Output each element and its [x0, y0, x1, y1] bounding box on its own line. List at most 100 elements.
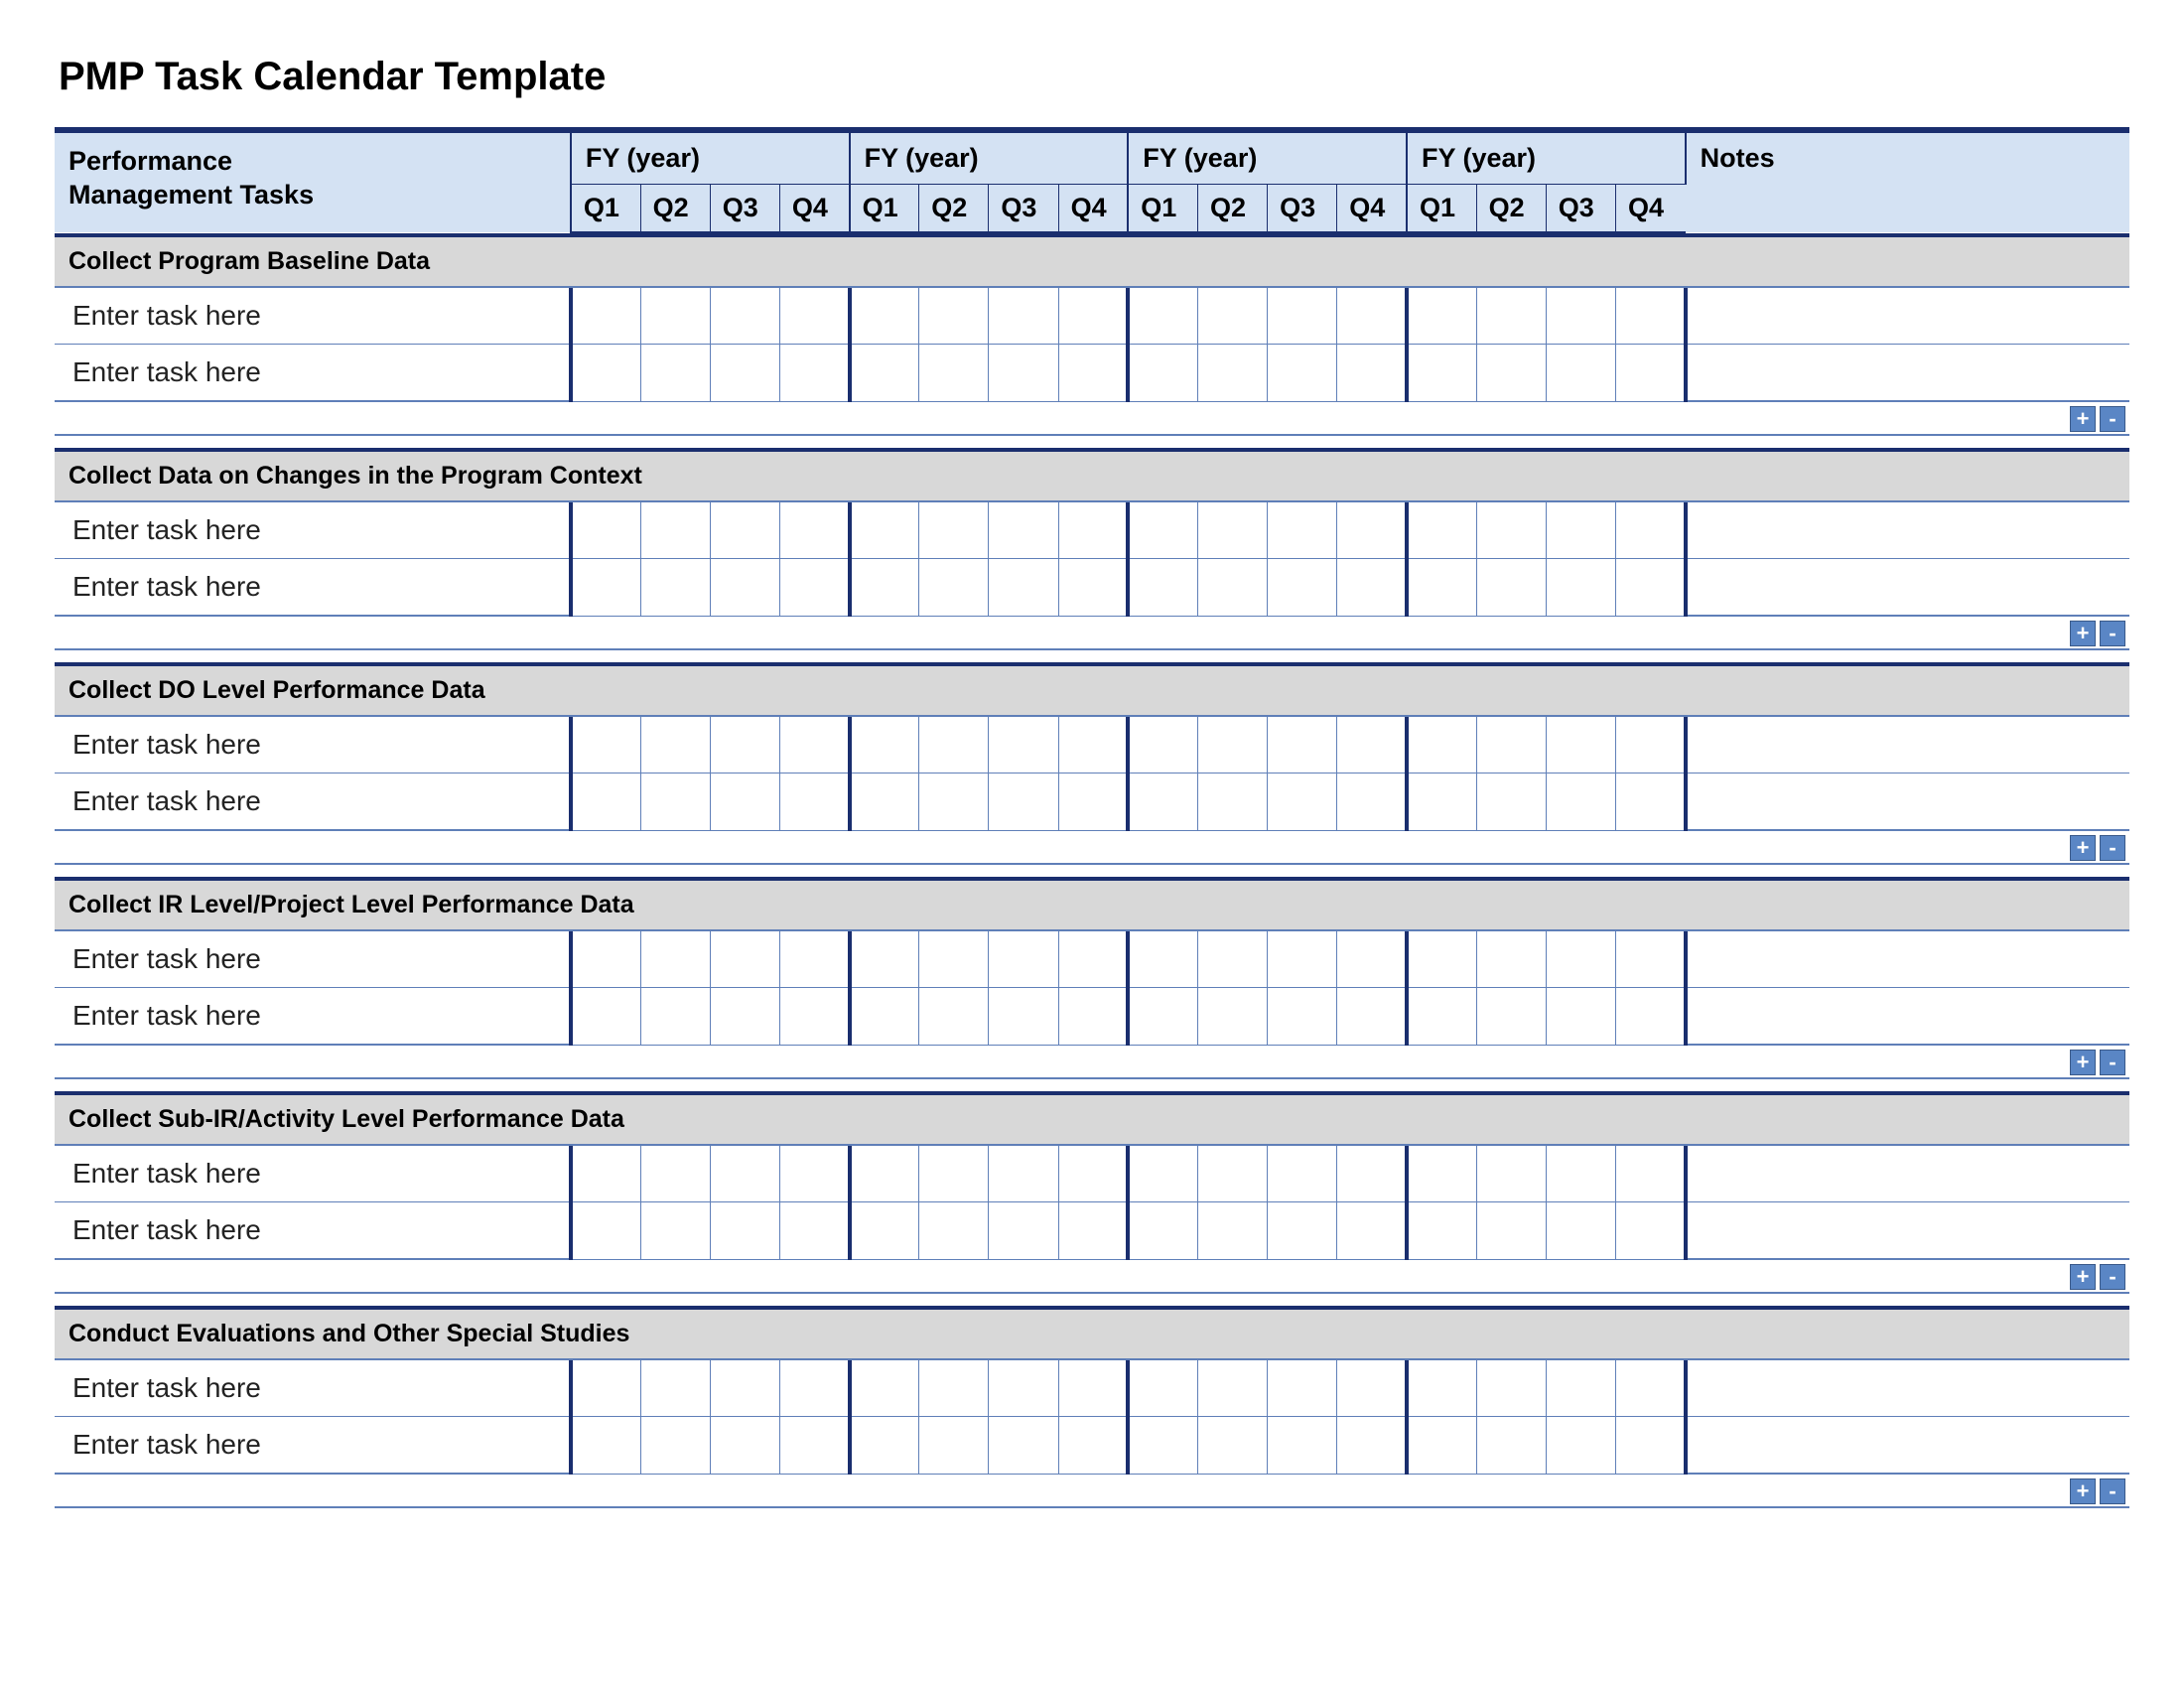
quarter-cell[interactable] — [571, 1360, 640, 1417]
quarter-cell[interactable] — [1546, 345, 1615, 402]
task-row[interactable]: Enter task here — [55, 1202, 2129, 1260]
quarter-cell[interactable] — [779, 774, 849, 831]
quarter-cell[interactable] — [1058, 288, 1128, 345]
task-text[interactable]: Enter task here — [55, 559, 571, 617]
quarter-cell[interactable] — [1476, 931, 1546, 988]
quarter-cell[interactable] — [1128, 1417, 1197, 1475]
quarter-cell[interactable] — [640, 988, 710, 1046]
quarter-cell[interactable] — [1407, 288, 1476, 345]
task-text[interactable]: Enter task here — [55, 1146, 571, 1202]
add-row-button[interactable]: + — [2070, 1264, 2096, 1290]
quarter-cell[interactable] — [919, 988, 989, 1046]
quarter-cell[interactable] — [1128, 345, 1197, 402]
quarter-cell[interactable] — [989, 345, 1058, 402]
task-text[interactable]: Enter task here — [55, 1417, 571, 1475]
quarter-cell[interactable] — [850, 345, 919, 402]
quarter-cell[interactable] — [850, 1360, 919, 1417]
quarter-cell[interactable] — [989, 717, 1058, 774]
quarter-cell[interactable] — [1197, 288, 1267, 345]
quarter-cell[interactable] — [1476, 1146, 1546, 1202]
task-row[interactable]: Enter task here — [55, 559, 2129, 617]
quarter-cell[interactable] — [1197, 1202, 1267, 1260]
quarter-cell[interactable] — [1407, 1360, 1476, 1417]
quarter-cell[interactable] — [1615, 1417, 1685, 1475]
quarter-cell[interactable] — [1615, 774, 1685, 831]
quarter-cell[interactable] — [1058, 559, 1128, 617]
quarter-cell[interactable] — [1546, 1417, 1615, 1475]
quarter-cell[interactable] — [1128, 774, 1197, 831]
quarter-cell[interactable] — [640, 288, 710, 345]
quarter-cell[interactable] — [850, 559, 919, 617]
quarter-cell[interactable] — [1197, 717, 1267, 774]
quarter-cell[interactable] — [1337, 931, 1407, 988]
remove-row-button[interactable]: - — [2100, 1050, 2125, 1075]
task-text[interactable]: Enter task here — [55, 1360, 571, 1417]
quarter-cell[interactable] — [779, 559, 849, 617]
quarter-cell[interactable] — [1268, 559, 1337, 617]
quarter-cell[interactable] — [1268, 717, 1337, 774]
quarter-cell[interactable] — [850, 931, 919, 988]
quarter-cell[interactable] — [1337, 774, 1407, 831]
quarter-cell[interactable] — [640, 502, 710, 559]
quarter-cell[interactable] — [710, 931, 779, 988]
quarter-cell[interactable] — [1546, 1202, 1615, 1260]
notes-cell[interactable] — [1686, 559, 2129, 617]
quarter-cell[interactable] — [710, 1417, 779, 1475]
quarter-cell[interactable] — [1476, 1202, 1546, 1260]
quarter-cell[interactable] — [1615, 345, 1685, 402]
quarter-cell[interactable] — [1407, 717, 1476, 774]
quarter-cell[interactable] — [571, 559, 640, 617]
quarter-cell[interactable] — [710, 717, 779, 774]
quarter-cell[interactable] — [710, 1202, 779, 1260]
quarter-cell[interactable] — [779, 1360, 849, 1417]
quarter-cell[interactable] — [779, 1417, 849, 1475]
quarter-cell[interactable] — [850, 502, 919, 559]
quarter-cell[interactable] — [1546, 931, 1615, 988]
quarter-cell[interactable] — [1337, 1202, 1407, 1260]
quarter-cell[interactable] — [1615, 1146, 1685, 1202]
quarter-cell[interactable] — [779, 502, 849, 559]
remove-row-button[interactable]: - — [2100, 1478, 2125, 1504]
quarter-cell[interactable] — [1615, 988, 1685, 1046]
quarter-cell[interactable] — [989, 988, 1058, 1046]
quarter-cell[interactable] — [1337, 559, 1407, 617]
task-text[interactable]: Enter task here — [55, 345, 571, 402]
quarter-cell[interactable] — [571, 988, 640, 1046]
task-text[interactable]: Enter task here — [55, 502, 571, 559]
quarter-cell[interactable] — [1197, 988, 1267, 1046]
quarter-cell[interactable] — [640, 931, 710, 988]
quarter-cell[interactable] — [779, 717, 849, 774]
task-row[interactable]: Enter task here — [55, 931, 2129, 988]
task-row[interactable]: Enter task here — [55, 502, 2129, 559]
quarter-cell[interactable] — [1128, 559, 1197, 617]
task-text[interactable]: Enter task here — [55, 774, 571, 831]
quarter-cell[interactable] — [1268, 1202, 1337, 1260]
quarter-cell[interactable] — [919, 717, 989, 774]
quarter-cell[interactable] — [850, 1202, 919, 1260]
quarter-cell[interactable] — [710, 502, 779, 559]
quarter-cell[interactable] — [779, 1202, 849, 1260]
task-text[interactable]: Enter task here — [55, 988, 571, 1046]
quarter-cell[interactable] — [1128, 717, 1197, 774]
notes-cell[interactable] — [1686, 1202, 2129, 1260]
quarter-cell[interactable] — [1128, 1360, 1197, 1417]
task-text[interactable]: Enter task here — [55, 717, 571, 774]
task-text[interactable]: Enter task here — [55, 931, 571, 988]
quarter-cell[interactable] — [1546, 502, 1615, 559]
quarter-cell[interactable] — [989, 1360, 1058, 1417]
quarter-cell[interactable] — [1476, 1360, 1546, 1417]
quarter-cell[interactable] — [1476, 288, 1546, 345]
quarter-cell[interactable] — [640, 717, 710, 774]
quarter-cell[interactable] — [850, 1417, 919, 1475]
quarter-cell[interactable] — [850, 717, 919, 774]
quarter-cell[interactable] — [1407, 931, 1476, 988]
quarter-cell[interactable] — [1337, 988, 1407, 1046]
quarter-cell[interactable] — [989, 288, 1058, 345]
quarter-cell[interactable] — [571, 345, 640, 402]
quarter-cell[interactable] — [1058, 502, 1128, 559]
quarter-cell[interactable] — [1128, 502, 1197, 559]
quarter-cell[interactable] — [1128, 931, 1197, 988]
quarter-cell[interactable] — [1337, 288, 1407, 345]
quarter-cell[interactable] — [779, 988, 849, 1046]
quarter-cell[interactable] — [989, 931, 1058, 988]
